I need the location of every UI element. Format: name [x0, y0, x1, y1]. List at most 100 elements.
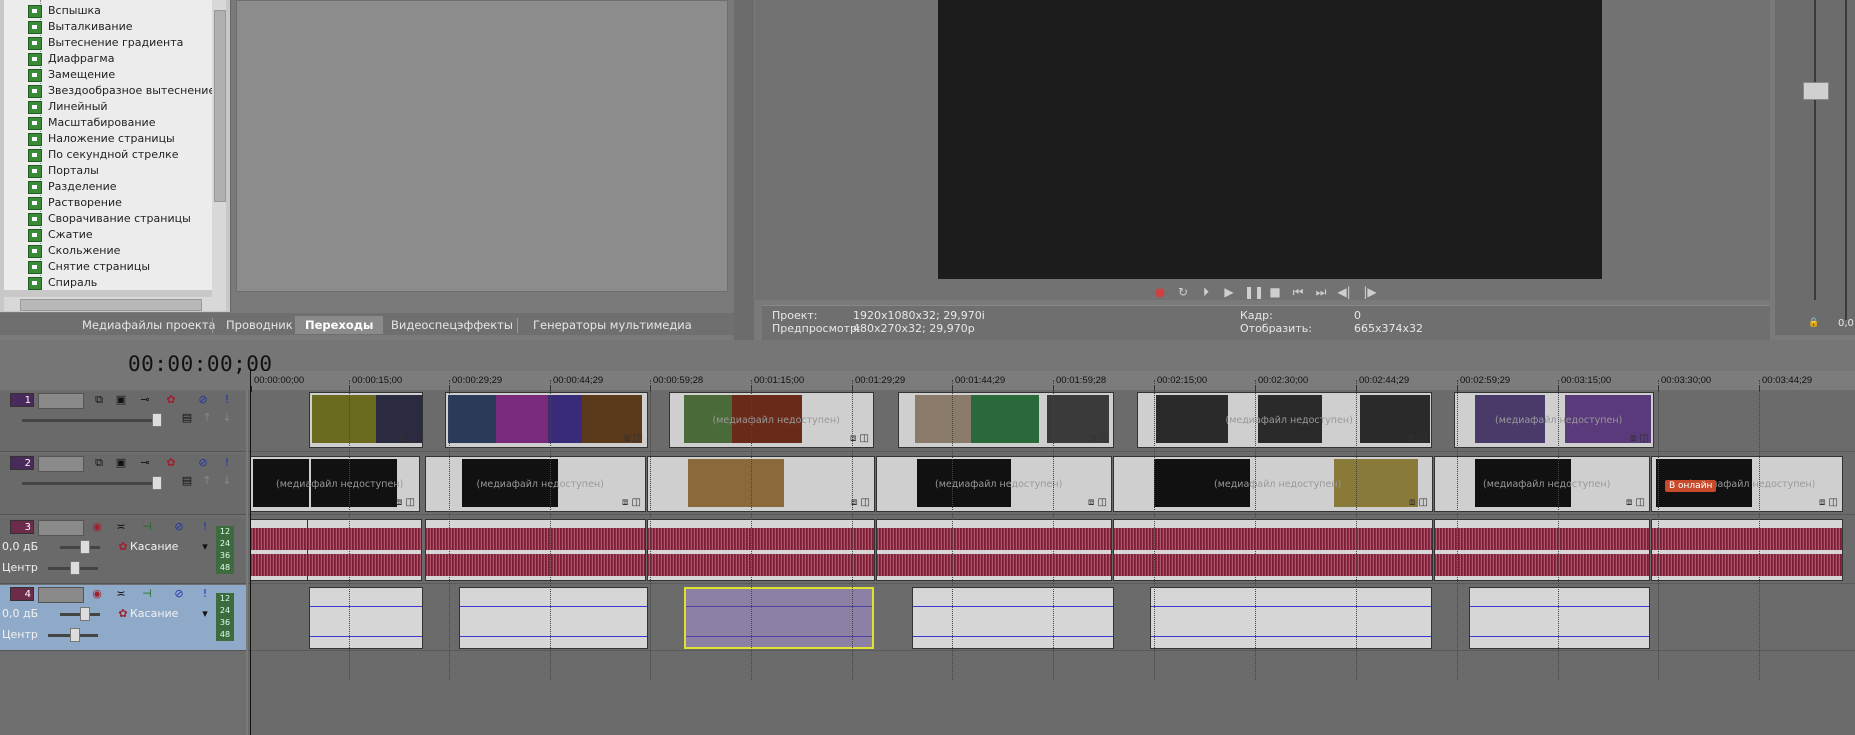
pan-crop-icon[interactable]: ⧈ ◫ — [1819, 497, 1838, 508]
video-clip[interactable]: ⧈ ◫ — [445, 392, 648, 448]
transition-item[interactable]: Снятие страницы — [48, 259, 150, 275]
selected-audio-clip[interactable] — [684, 587, 874, 649]
video-clip[interactable]: ⧈ ◫ — [309, 392, 423, 448]
pan-crop-icon[interactable]: ⧈ ◫ — [1630, 433, 1649, 444]
pan-knob[interactable] — [70, 628, 80, 642]
play-icon[interactable]: ▶ — [1221, 285, 1237, 299]
invert-phase-icon[interactable]: ≍ — [114, 587, 128, 601]
mute-icon[interactable]: ⊘ — [196, 456, 210, 470]
volume-knob[interactable] — [80, 540, 90, 554]
list-vertical-scroll-thumb[interactable] — [214, 10, 226, 202]
pan-crop-icon[interactable]: ⧈ ◫ — [1090, 433, 1109, 444]
track-name-field[interactable] — [38, 587, 84, 603]
stop-icon[interactable]: ■ — [1267, 285, 1283, 299]
audio-clip[interactable] — [647, 519, 875, 581]
record-icon[interactable]: ● — [1152, 285, 1168, 299]
transition-item[interactable]: Спираль — [48, 275, 97, 290]
track-opacity-knob[interactable] — [152, 476, 162, 490]
go-to-start-icon[interactable]: ⏮ — [1290, 285, 1306, 299]
track-motion-icon[interactable]: ⧉ — [92, 456, 106, 470]
solo-icon[interactable]: ! — [198, 587, 212, 601]
automation-mode[interactable]: Касание — [130, 607, 178, 620]
go-to-end-icon[interactable]: ⏭ — [1313, 285, 1329, 299]
move-down-icon[interactable]: ↓ — [220, 474, 234, 488]
transition-item[interactable]: Линейный — [48, 99, 108, 115]
composite-mode-icon[interactable]: ⊸ — [138, 393, 152, 407]
pan-crop-icon[interactable]: ⧈ ◫ — [1408, 433, 1427, 444]
video-clip[interactable]: (медиафайл недоступен) ⧈ ◫ — [250, 456, 420, 512]
arm-record-icon[interactable]: ◉ — [90, 587, 104, 601]
track-opacity-slider[interactable] — [22, 419, 162, 422]
track-name-field[interactable] — [38, 393, 84, 409]
transition-item[interactable]: По секундной стрелке — [48, 147, 178, 163]
video-clip[interactable]: (медиафайл недоступен) ⧈ ◫ — [876, 456, 1112, 512]
track-header-2[interactable]: 2 ⧉ ▣ ⊸ ✿ ⊘ ! ▤ ↑ ↓ — [0, 454, 246, 515]
audio-clip[interactable] — [307, 519, 422, 581]
lock-icon[interactable]: 🔒 — [1808, 318, 1819, 328]
panel-divider[interactable] — [734, 0, 754, 340]
invert-phase-icon[interactable]: ≍ — [114, 520, 128, 534]
go-online-button[interactable]: В онлайн — [1665, 480, 1717, 492]
track-fx-icon[interactable]: ✿ — [164, 393, 178, 407]
audio-fx-icon[interactable]: ⊣ — [140, 587, 154, 601]
transition-item[interactable]: Сжатие — [48, 227, 93, 243]
list-horizontal-scroll-thumb[interactable] — [20, 299, 202, 311]
transition-item[interactable]: Вспышка — [48, 3, 101, 19]
solo-icon[interactable]: ! — [198, 520, 212, 534]
move-down-icon[interactable]: ↓ — [220, 411, 234, 425]
pan-crop-icon[interactable]: ⧈ ◫ — [1626, 497, 1645, 508]
track-name-field[interactable] — [38, 520, 84, 536]
pan-crop-icon[interactable]: ⧈ ◫ — [399, 433, 418, 444]
track-fx-small-icon[interactable]: ▤ — [180, 474, 194, 488]
tab-explorer[interactable]: Проводник — [216, 316, 303, 334]
track-opacity-knob[interactable] — [152, 413, 162, 427]
move-up-icon[interactable]: ↑ — [200, 474, 214, 488]
track-opacity-slider[interactable] — [22, 482, 162, 485]
transition-item[interactable]: Масштабирование — [48, 115, 155, 131]
transition-item[interactable]: Выталкивание — [48, 19, 133, 35]
pan-crop-icon[interactable]: ⧈ ◫ — [624, 433, 643, 444]
pan-knob[interactable] — [70, 561, 80, 575]
compositing-icon[interactable]: ▣ — [114, 456, 128, 470]
transition-item[interactable]: Порталы — [48, 163, 99, 179]
audio-clip[interactable] — [912, 587, 1114, 649]
transition-item[interactable]: Наложение страницы — [48, 131, 175, 147]
tab-project-media[interactable]: Медиафайлы проекта — [72, 316, 226, 334]
automation-mode[interactable]: Касание — [130, 540, 178, 553]
audio-clip[interactable] — [250, 519, 310, 581]
audio-clip[interactable] — [425, 519, 646, 581]
transition-item[interactable]: Скольжение — [48, 243, 120, 259]
video-clip[interactable]: (медиафайл недоступен) ⧈ ◫ — [669, 392, 874, 448]
video-clip[interactable]: (медиафайл недоступен) ⧈ ◫ — [425, 456, 646, 512]
mute-icon[interactable]: ⊘ — [172, 520, 186, 534]
playhead[interactable] — [250, 370, 251, 735]
solo-icon[interactable]: ! — [220, 393, 234, 407]
transition-item[interactable]: Диафрагма — [48, 51, 114, 67]
transition-item[interactable]: Сворачивание страницы — [48, 211, 191, 227]
audio-clip[interactable] — [876, 519, 1112, 581]
tab-video-fx[interactable]: Видеоспецэффекты — [381, 316, 523, 334]
pan-crop-icon[interactable]: ⧈ ◫ — [1409, 497, 1428, 508]
video-clip[interactable]: (медиафайл недоступен) ⧈ ◫ — [1454, 392, 1654, 448]
master-fader-knob[interactable] — [1803, 82, 1829, 100]
volume-knob[interactable] — [80, 607, 90, 621]
transition-item[interactable]: Звездообразное вытеснение — [48, 83, 212, 99]
audio-clip[interactable] — [1651, 519, 1843, 581]
pan-crop-icon[interactable]: ⧈ ◫ — [622, 497, 641, 508]
move-up-icon[interactable]: ↑ — [200, 411, 214, 425]
audio-clip[interactable] — [1113, 519, 1433, 581]
track-name-field[interactable] — [38, 456, 84, 472]
play-from-start-icon[interactable]: ⏵ — [1198, 285, 1214, 299]
compositing-icon[interactable]: ▣ — [114, 393, 128, 407]
pan-crop-icon[interactable]: ⧈ ◫ — [1088, 497, 1107, 508]
audio-clip[interactable] — [1434, 519, 1650, 581]
automation-icon[interactable]: ✿ — [116, 607, 130, 621]
video-clip[interactable]: (медиафайл недоступен) ⧈ ◫ — [1434, 456, 1650, 512]
transition-item[interactable]: Разделение — [48, 179, 117, 195]
automation-icon[interactable]: ✿ — [116, 540, 130, 554]
track-fx-icon[interactable]: ✿ — [164, 456, 178, 470]
track-motion-icon[interactable]: ⧉ — [92, 393, 106, 407]
track-header-4[interactable]: 4 ◉ ≍ ⊣ ⊘ ! 0,0 дБ ✿ Касание ▾ Центр 12 2… — [0, 585, 246, 651]
video-clip[interactable]: (медиафайл недоступен) ⧈ ◫ — [1137, 392, 1432, 448]
video-clip[interactable]: ⧈ ◫ — [647, 456, 875, 512]
